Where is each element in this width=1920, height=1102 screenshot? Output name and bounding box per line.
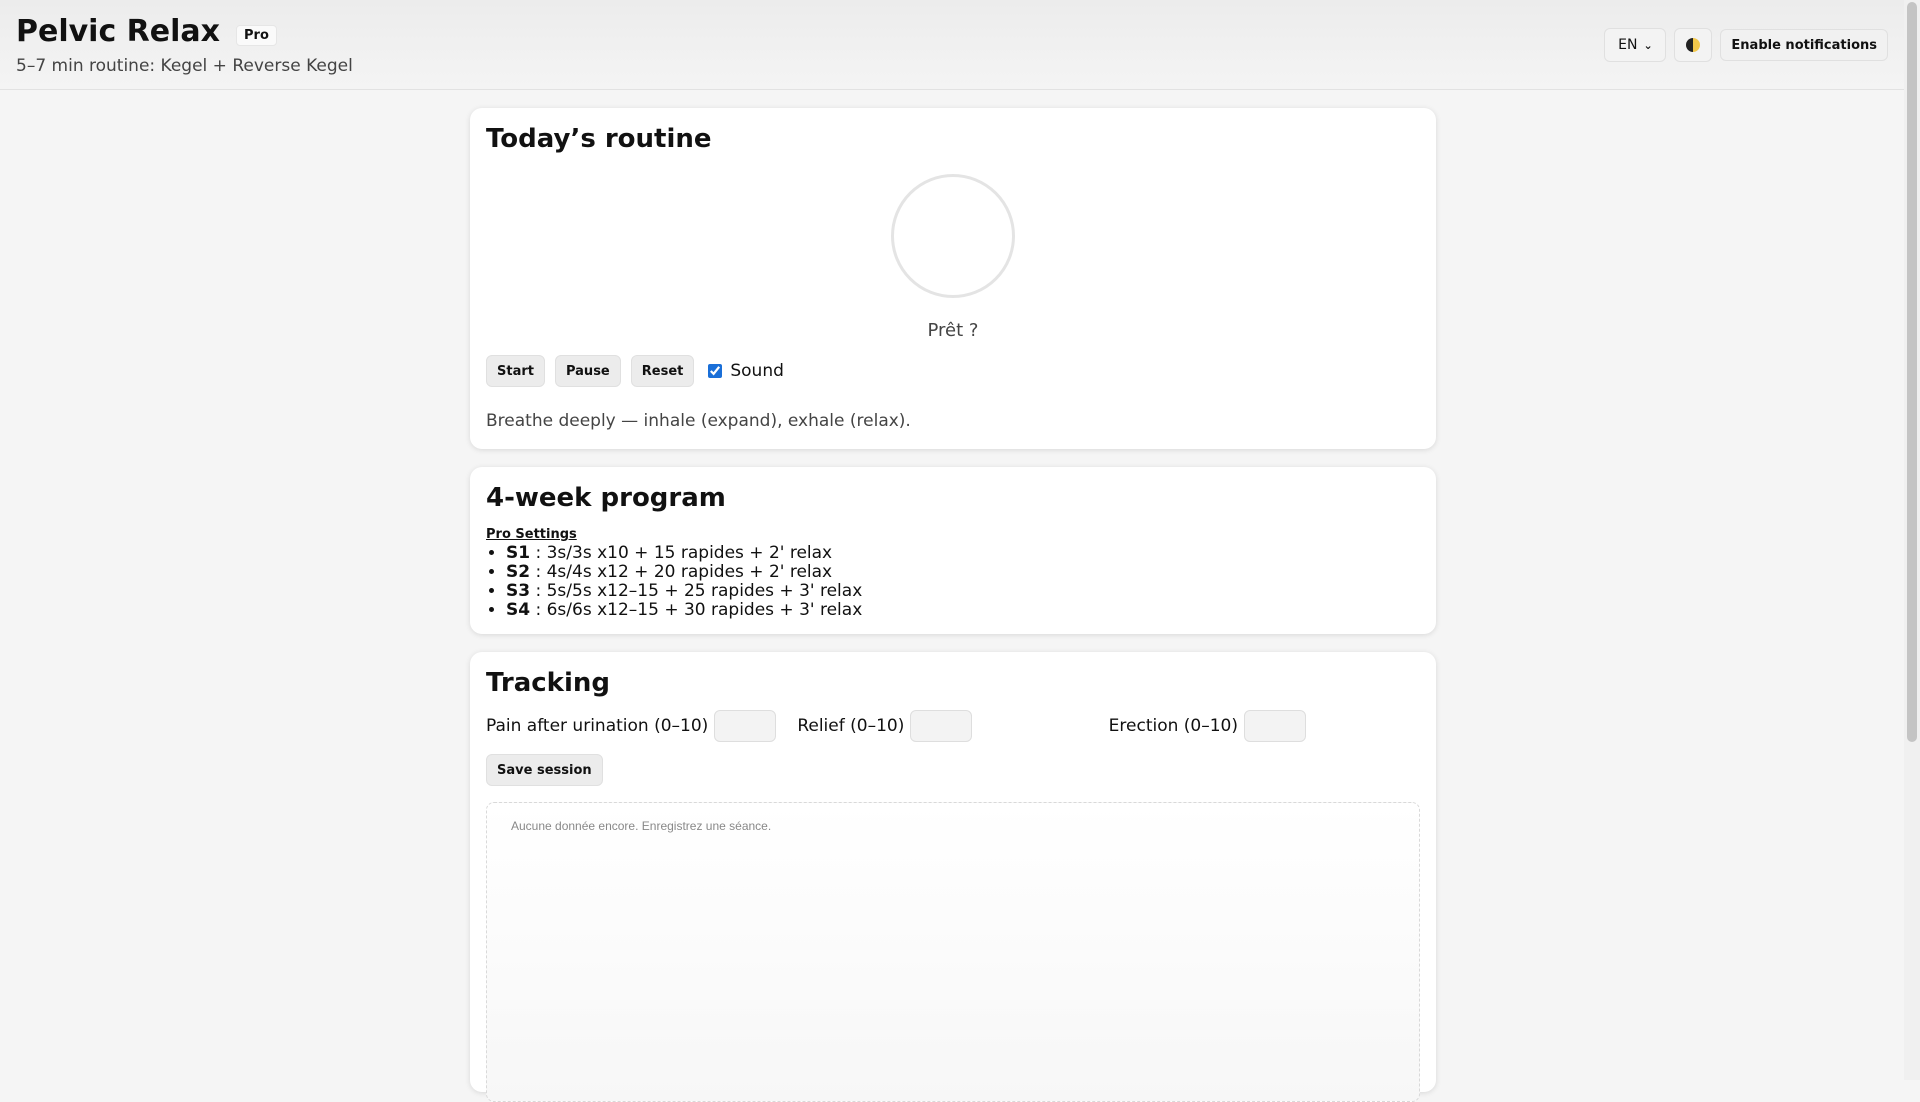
relief-label: Relief (0–10) <box>797 716 905 736</box>
program-card: 4-week program Pro Settings S1 : 3s/3s x… <box>470 467 1436 634</box>
pro-settings-link[interactable]: Pro Settings <box>486 527 1420 542</box>
top-bar: Pelvic Relax Pro 5–7 min routine: Kegel … <box>0 0 1920 90</box>
sound-checkbox[interactable] <box>708 364 723 378</box>
routine-title: Today’s routine <box>486 124 712 154</box>
start-button[interactable]: Start <box>486 355 545 387</box>
erection-label: Erection (0–10) <box>1108 716 1238 736</box>
sound-toggle[interactable]: Sound <box>708 361 784 381</box>
week-details: : 4s/4s x12 + 20 rapides + 2' relax <box>530 562 833 582</box>
routine-status: Prêt ? <box>927 320 979 341</box>
history-empty-message: Aucune donnée encore. Enregistrez une sé… <box>511 819 772 833</box>
language-value: EN <box>1618 37 1638 53</box>
relief-field: Relief (0–10) <box>797 710 1108 742</box>
pain-label: Pain after urination (0–10) <box>486 716 709 736</box>
week-label: S3 <box>506 581 531 601</box>
tracking-title: Tracking <box>486 668 610 698</box>
erection-field: Erection (0–10) <box>1109 710 1420 742</box>
program-week-item: S4 : 6s/6s x12–15 + 30 rapides + 3' rela… <box>506 601 1420 620</box>
save-row: Save session <box>486 754 1420 786</box>
week-label: S1 <box>506 543 531 563</box>
week-label: S2 <box>506 562 531 582</box>
relief-input[interactable] <box>910 710 973 742</box>
pro-badge: Pro <box>236 24 277 46</box>
top-controls: EN ⌄ Enable notifications <box>1604 28 1888 62</box>
breathing-hint: Breathe deeply — inhale (expand), exhale… <box>486 411 911 431</box>
save-session-button[interactable]: Save session <box>486 754 603 786</box>
page-scrollbar[interactable] <box>1904 0 1920 1080</box>
reset-button[interactable]: Reset <box>630 355 695 387</box>
routine-card: Today’s routine Prêt ? Start Pause Reset… <box>470 108 1436 449</box>
language-select[interactable]: EN ⌄ <box>1604 28 1667 62</box>
tracking-card: Tracking Pain after urination (0–10) Rel… <box>470 652 1436 1102</box>
pause-button[interactable]: Pause <box>554 355 621 387</box>
theme-toggle-button[interactable] <box>1674 28 1713 62</box>
week-details: : 5s/5s x12–15 + 25 rapides + 3' relax <box>530 581 863 601</box>
week-label: S4 <box>506 600 531 620</box>
app-title: Pelvic Relax <box>16 14 221 49</box>
chevron-down-icon: ⌄ <box>1643 38 1653 52</box>
sound-label: Sound <box>730 361 784 381</box>
half-moon-icon <box>1686 38 1701 52</box>
program-week-item: S3 : 5s/5s x12–15 + 25 rapides + 3' rela… <box>506 582 1420 601</box>
pain-field: Pain after urination (0–10) <box>486 710 797 742</box>
program-week-item: S1 : 3s/3s x10 + 15 rapides + 2' relax <box>506 544 1420 563</box>
session-history: Aucune donnée encore. Enregistrez une sé… <box>486 802 1420 1102</box>
erection-input[interactable] <box>1244 710 1306 742</box>
program-week-list: S1 : 3s/3s x10 + 15 rapides + 2' relax S… <box>486 544 1420 620</box>
scrollbar-thumb[interactable] <box>1907 2 1917 742</box>
tracking-fields: Pain after urination (0–10) Relief (0–10… <box>486 710 1420 742</box>
program-title: 4-week program <box>486 483 726 513</box>
week-details: : 3s/3s x10 + 15 rapides + 2' relax <box>530 543 833 563</box>
week-details: : 6s/6s x12–15 + 30 rapides + 3' relax <box>530 600 863 620</box>
routine-controls: Start Pause Reset Sound <box>486 355 1420 387</box>
enable-notifications-button[interactable]: Enable notifications <box>1720 29 1888 61</box>
program-week-item: S2 : 4s/4s x12 + 20 rapides + 2' relax <box>506 563 1420 582</box>
pain-input[interactable] <box>714 710 777 742</box>
timer-circle <box>891 174 1015 298</box>
